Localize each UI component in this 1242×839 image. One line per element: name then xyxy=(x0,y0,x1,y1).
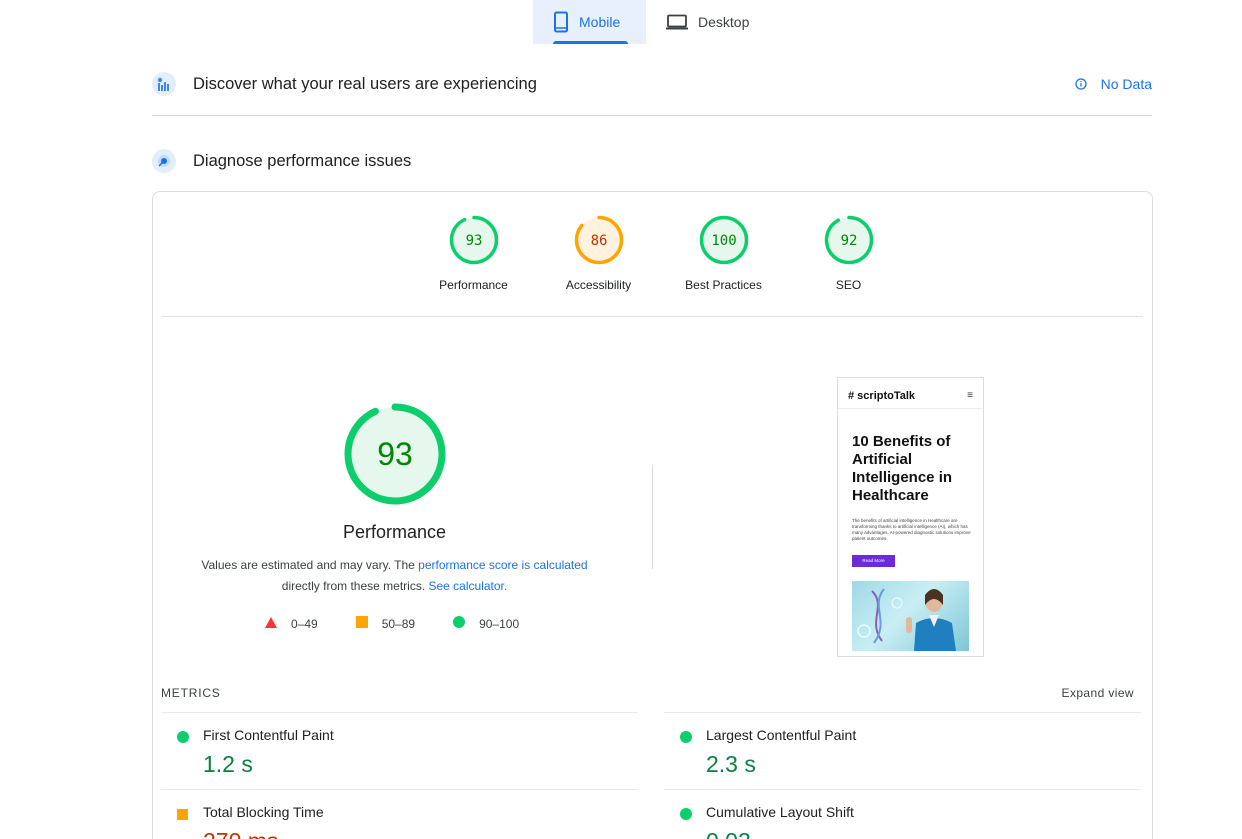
section-divider xyxy=(152,115,1152,116)
vertical-divider xyxy=(652,465,653,569)
performance-title: Performance xyxy=(342,522,447,542)
metrics-right-column: Largest Contentful Paint 2.3 s Cumulativ… xyxy=(664,712,1141,839)
gauge-label: Performance xyxy=(439,278,508,292)
field-data-title: Discover what your real users are experi… xyxy=(193,74,537,93)
report-card: 93 Performance 86 Accessibility 100 Best… xyxy=(152,191,1153,839)
performance-big-gauge: 93 xyxy=(343,402,447,511)
info-icon xyxy=(1074,78,1087,90)
gauge-ring: 93 xyxy=(449,215,498,265)
desc-text-2: directly from these metrics. xyxy=(281,579,429,593)
good-circle-icon xyxy=(680,807,692,825)
metric-name: Largest Contentful Paint xyxy=(706,727,857,743)
screenshot-headline: 10 Benefits of Artificial Intelligence i… xyxy=(852,433,953,504)
screenshot-brand: # scriptoTalk xyxy=(848,390,916,402)
expand-view-toggle[interactable]: Expand view xyxy=(1062,686,1134,700)
gauge-label: Accessibility xyxy=(565,278,632,292)
laptop-icon xyxy=(666,14,688,30)
circle-icon xyxy=(453,616,466,631)
tab-desktop[interactable]: Desktop xyxy=(646,0,765,44)
metric-value: 1.2 s xyxy=(203,751,253,777)
diagnose-title: Diagnose performance issues xyxy=(193,151,412,170)
see-calculator-link[interactable]: See calculator. xyxy=(428,579,507,593)
diagnose-section: Diagnose performance issues xyxy=(152,149,1152,173)
category-gauges: 93 Performance 86 Accessibility 100 Best… xyxy=(411,215,911,292)
square-icon xyxy=(355,616,368,631)
metric-value: 0.03 xyxy=(706,828,751,839)
metric-largest-contentful-paint: Largest Contentful Paint 2.3 s xyxy=(664,713,1141,789)
final-screenshot[interactable]: # scriptoTalk ≡ 10 Benefits of Artificia… xyxy=(837,377,984,657)
users-chart-icon xyxy=(152,72,176,96)
legend-label: 0–49 xyxy=(291,616,318,631)
gauge-score: 100 xyxy=(711,233,736,249)
score-calculated-link[interactable]: performance score is calculated xyxy=(418,558,587,572)
good-circle-icon xyxy=(680,730,692,748)
screenshot-header-line xyxy=(838,408,983,409)
score-legend: 0–49 50–89 90–100 xyxy=(265,616,557,631)
big-gauge-ring: 93 xyxy=(344,403,446,505)
no-data-link[interactable]: No Data xyxy=(1074,76,1152,92)
gauge-performance[interactable]: 93 Performance xyxy=(411,215,536,292)
screenshot-read-more: Read More xyxy=(852,555,895,567)
desc-text-1: Values are estimated and may vary. The xyxy=(201,558,419,572)
metric-name: Total Blocking Time xyxy=(203,804,324,820)
legend-good: 90–100 xyxy=(453,616,519,631)
device-tabs: Mobile Desktop xyxy=(533,0,765,44)
metric-name: First Contentful Paint xyxy=(203,727,334,743)
good-circle-icon xyxy=(177,730,189,748)
legend-label: 50–89 xyxy=(381,616,416,631)
tab-mobile[interactable]: Mobile xyxy=(533,0,646,44)
field-data-section: Discover what your real users are experi… xyxy=(152,72,1152,96)
lighthouse-icon xyxy=(152,149,176,173)
gauge-score: 93 xyxy=(465,233,482,249)
metric-value: 2.3 s xyxy=(706,751,756,777)
legend-poor: 0–49 xyxy=(265,616,318,631)
doctor-image xyxy=(857,588,956,651)
no-data-label: No Data xyxy=(1100,76,1152,92)
gauge-best-practices[interactable]: 100 Best Practices xyxy=(661,215,786,292)
gauge-ring: 92 xyxy=(824,215,873,265)
average-square-icon xyxy=(177,807,188,825)
metrics-left-column: First Contentful Paint 1.2 s Total Block… xyxy=(161,712,638,839)
performance-description: Values are estimated and may vary. The p… xyxy=(153,555,636,597)
gauge-score: 92 xyxy=(840,233,857,249)
metric-cumulative-layout-shift: Cumulative Layout Shift 0.03 xyxy=(664,790,1141,839)
gauge-seo[interactable]: 92 SEO xyxy=(786,215,911,292)
gauge-accessibility[interactable]: 86 Accessibility xyxy=(536,215,661,292)
smartphone-icon xyxy=(554,11,568,33)
legend-label: 90–100 xyxy=(479,616,520,631)
metric-name: Cumulative Layout Shift xyxy=(706,804,854,820)
big-score: 93 xyxy=(377,436,413,472)
metric-total-blocking-time: Total Blocking Time 270 ms xyxy=(161,790,638,839)
gauge-score: 86 xyxy=(590,233,607,249)
legend-average: 50–89 xyxy=(355,616,416,631)
metric-first-contentful-paint: First Contentful Paint 1.2 s xyxy=(161,713,638,789)
gauges-divider xyxy=(162,316,1143,317)
gauge-label: SEO xyxy=(835,278,862,292)
gauge-label: Best Practices xyxy=(685,278,762,292)
tab-mobile-label: Mobile xyxy=(579,14,621,30)
hamburger-icon: ≡ xyxy=(967,390,973,401)
screenshot-body: The benefits of artificial intelligence … xyxy=(852,518,971,541)
triangle-icon xyxy=(265,616,277,631)
gauge-ring: 86 xyxy=(574,215,623,265)
screenshot-photo xyxy=(852,581,969,651)
gauge-ring: 100 xyxy=(699,215,748,265)
metrics-title: METRICS xyxy=(161,686,221,700)
metric-value: 270 ms xyxy=(203,828,278,839)
tab-desktop-label: Desktop xyxy=(698,14,750,30)
